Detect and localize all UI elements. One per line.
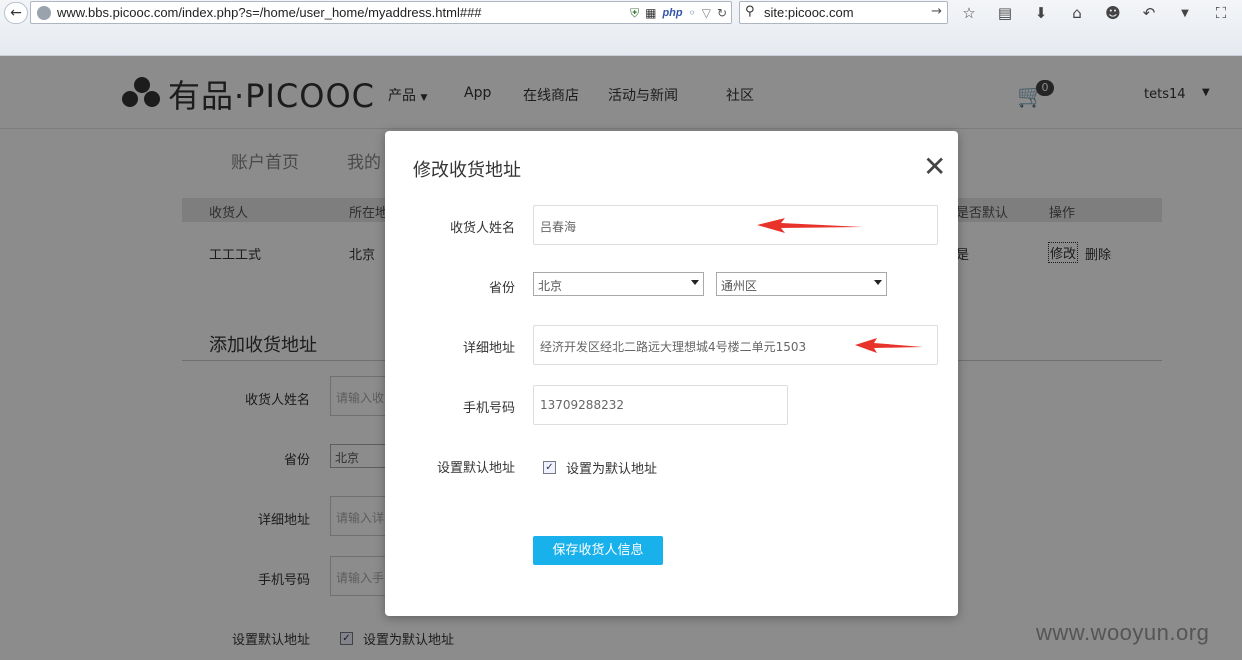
download-icon[interactable]: ⬇: [1030, 2, 1052, 24]
php-badge[interactable]: php: [662, 7, 682, 19]
star-icon[interactable]: ☆: [958, 2, 980, 24]
watermark: www.wooyun.org: [1036, 620, 1210, 645]
undo-icon[interactable]: ↶: [1138, 2, 1160, 24]
arrow-annotation-icon: [855, 338, 923, 353]
shield-icon[interactable]: ⛨: [630, 5, 639, 21]
default-checkbox-label: 设置为默认地址: [566, 462, 658, 477]
default-checkbox[interactable]: ✓: [543, 461, 556, 474]
browser-toolbar: ← www.bbs.picooc.com/index.php?s=/home/u…: [0, 0, 1242, 56]
qr-code-icon[interactable]: ▦: [645, 5, 656, 21]
label-name: 收货人姓名: [449, 221, 515, 236]
province-value: 北京: [538, 279, 563, 293]
chevron-down-icon[interactable]: ▼: [1174, 2, 1196, 24]
signal-icon[interactable]: ◦: [689, 5, 696, 21]
district-value: 通州区: [721, 279, 758, 293]
close-icon[interactable]: ✕: [923, 153, 946, 181]
search-text[interactable]: site:picooc.com: [764, 5, 854, 20]
crop-icon[interactable]: ⛶: [1210, 2, 1232, 24]
label-address: 详细地址: [462, 341, 515, 356]
modal-title: 修改收货地址: [413, 160, 521, 181]
search-bar[interactable]: ⚲ site:picooc.com →: [739, 1, 948, 24]
address-bar[interactable]: www.bbs.picooc.com/index.php?s=/home/use…: [30, 1, 732, 24]
label-default: 设置默认地址: [436, 461, 515, 476]
search-icon: ⚲: [745, 4, 755, 19]
chat-icon[interactable]: ☻: [1102, 2, 1124, 24]
district-select[interactable]: 通州区: [716, 272, 887, 296]
province-select[interactable]: 北京: [533, 272, 704, 296]
search-go-icon[interactable]: →: [931, 4, 942, 19]
globe-icon: [37, 6, 51, 20]
phone-input[interactable]: 13709288232: [533, 385, 788, 425]
back-arrow-icon[interactable]: ←: [4, 2, 28, 24]
arrow-annotation-icon: [757, 218, 863, 233]
name-input[interactable]: 吕春海: [533, 205, 938, 245]
edit-address-modal: 修改收货地址 ✕ 收货人姓名 吕春海 省份 北京 通州区 详细地址 经济开发区经…: [385, 131, 958, 616]
label-phone: 手机号码: [462, 401, 515, 416]
url-text[interactable]: www.bbs.picooc.com/index.php?s=/home/use…: [57, 5, 482, 20]
save-button[interactable]: 保存收货人信息: [533, 536, 663, 565]
reload-icon[interactable]: ↻: [717, 5, 727, 21]
chevron-down-icon: [691, 280, 699, 285]
clipboard-icon[interactable]: ▤: [994, 2, 1016, 24]
address-bar-icons: ⛨ ▦ php ◦ ▽ ↻: [630, 5, 727, 21]
label-province: 省份: [488, 281, 515, 296]
browser-toolbar-icons: ☆ ▤ ⬇ ⌂ ☻ ↶ ▼ ⛶ ▼: [958, 2, 1242, 24]
home-icon[interactable]: ⌂: [1066, 2, 1088, 24]
dropdown-icon[interactable]: ▽: [702, 5, 711, 21]
chevron-down-icon: [874, 280, 882, 285]
